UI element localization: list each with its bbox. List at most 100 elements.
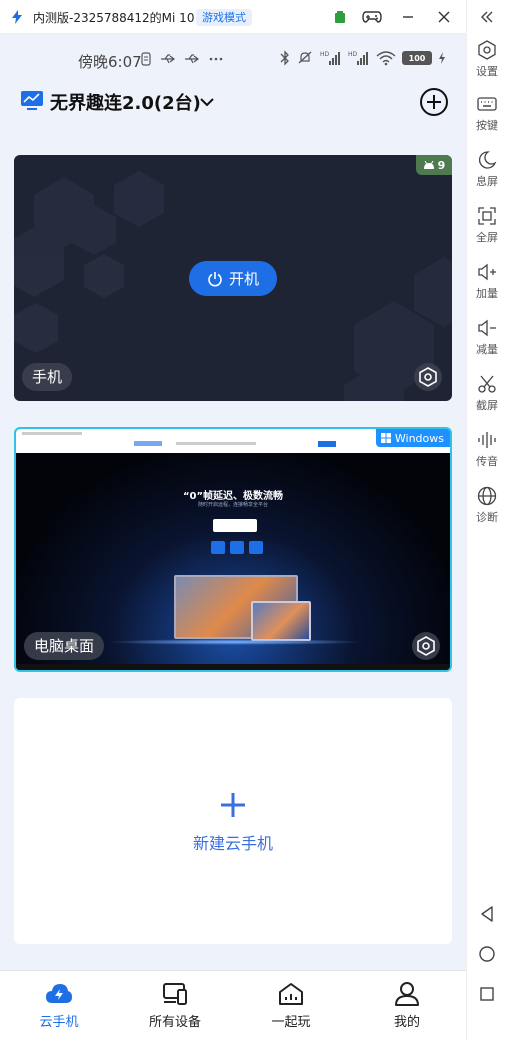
nav-label: 所有设备 bbox=[148, 1015, 201, 1030]
add-device-button[interactable] bbox=[419, 87, 449, 117]
status-bar: 傍晚6:07 HD HD 100 bbox=[0, 34, 466, 88]
status-left-icons bbox=[140, 52, 224, 66]
hex-gear-icon bbox=[417, 636, 435, 656]
new-cloud-phone-label: 新建云手机 bbox=[192, 834, 273, 853]
double-chevron-left-icon bbox=[481, 11, 493, 23]
device-settings-button[interactable] bbox=[414, 363, 442, 391]
status-right-icons: HD HD 100 bbox=[280, 50, 446, 66]
preview-hero-title: “0”帧延迟、极数流畅 bbox=[182, 491, 284, 502]
nav-label: 云手机 bbox=[39, 1015, 79, 1030]
volume-up-icon bbox=[478, 263, 496, 281]
device-label-phone: 手机 bbox=[22, 363, 73, 391]
fullscreen-icon bbox=[478, 207, 496, 225]
power-on-label: 开机 bbox=[228, 270, 259, 288]
minimize-button[interactable] bbox=[398, 7, 418, 27]
home-play-icon bbox=[279, 983, 303, 1005]
nav-mine[interactable]: 我的 bbox=[362, 981, 452, 1030]
device-card-phone[interactable]: 9 开机 手机 bbox=[14, 155, 452, 401]
device-label-pc: 电脑桌面 bbox=[24, 632, 105, 660]
sidebar-item-screenshot[interactable]: 截屏 bbox=[467, 374, 506, 413]
right-sidebar: 设置 按键 息屏 全屏 加量 减量 截屏 传音 诊断 bbox=[466, 0, 506, 1040]
charging-icon bbox=[439, 52, 445, 64]
nav-recents-button[interactable] bbox=[467, 985, 506, 1003]
nav-play-together[interactable]: 一起玩 bbox=[246, 981, 336, 1030]
sidebar-item-label: 设置 bbox=[476, 65, 498, 78]
hex-gear-icon bbox=[419, 367, 437, 387]
device-card-pc[interactable]: “0”帧延迟、极数流畅 随时开启远程，连接畅享全平台 Windows 电脑桌面 bbox=[14, 427, 452, 672]
usb-icon-2 bbox=[185, 54, 199, 64]
sidebar-item-settings[interactable]: 设置 bbox=[467, 40, 506, 79]
devices-icon bbox=[163, 983, 187, 1005]
page-title[interactable]: 无界趣连2.0(2台) bbox=[50, 89, 201, 115]
app-logo-icon bbox=[12, 10, 22, 24]
notification-icon bbox=[141, 52, 151, 66]
sidebar-item-label: 息屏 bbox=[476, 175, 498, 188]
svg-text:HD: HD bbox=[348, 51, 358, 58]
volume-down-icon bbox=[478, 319, 496, 337]
sidebar-item-label: 减量 bbox=[476, 343, 498, 356]
new-cloud-phone-card[interactable]: 新建云手机 bbox=[14, 698, 452, 944]
windows-label: Windows bbox=[394, 431, 444, 445]
close-button[interactable] bbox=[434, 7, 454, 27]
plus-icon bbox=[221, 793, 245, 817]
windows-icon bbox=[380, 433, 391, 443]
android-count: 9 bbox=[437, 158, 446, 172]
settings-icon bbox=[478, 40, 496, 60]
sidebar-item-label: 诊断 bbox=[476, 511, 498, 524]
bottom-navigation: 云手机 所有设备 一起玩 我的 bbox=[0, 970, 466, 1040]
usb-icon bbox=[161, 54, 175, 64]
sidebar-item-keys[interactable]: 按键 bbox=[467, 94, 506, 133]
nav-all-devices[interactable]: 所有设备 bbox=[130, 981, 220, 1030]
globe-icon bbox=[477, 486, 497, 506]
device-settings-button-pc[interactable] bbox=[412, 632, 440, 660]
battery-icon: 100 bbox=[402, 51, 432, 65]
nav-label: 我的 bbox=[393, 1015, 420, 1030]
audio-icon bbox=[478, 432, 496, 448]
power-on-button[interactable]: 开机 bbox=[189, 261, 277, 296]
chevron-down-icon[interactable] bbox=[198, 95, 216, 109]
sidebar-item-volume-down[interactable]: 减量 bbox=[467, 318, 506, 357]
home-circle-icon bbox=[479, 946, 495, 962]
sidebar-item-label: 全屏 bbox=[476, 231, 498, 244]
battery-status-icon bbox=[330, 7, 350, 27]
sidebar-item-volume-up[interactable]: 加量 bbox=[467, 262, 506, 301]
sidebar-item-label: 截屏 bbox=[476, 399, 498, 412]
nav-label: 一起玩 bbox=[271, 1015, 311, 1030]
android-icon bbox=[423, 160, 434, 169]
sidebar-item-label: 加量 bbox=[476, 287, 498, 300]
sidebar-item-label: 传音 bbox=[476, 455, 498, 468]
nav-back-button[interactable] bbox=[467, 905, 506, 923]
page-header: 无界趣连2.0(2台) bbox=[0, 88, 466, 142]
wifi-icon bbox=[376, 51, 396, 66]
window-title-bar: 内测版-2325788412的Mi 10 游戏模式 bbox=[0, 0, 506, 34]
monitor-icon bbox=[21, 91, 43, 110]
user-icon bbox=[395, 982, 419, 1006]
recents-square-icon bbox=[480, 987, 494, 1001]
nav-cloud-phone[interactable]: 云手机 bbox=[14, 981, 104, 1030]
sidebar-item-screen-off[interactable]: 息屏 bbox=[467, 150, 506, 189]
sidebar-item-label: 按键 bbox=[476, 119, 498, 132]
more-icon bbox=[209, 57, 223, 61]
svg-text:HD: HD bbox=[320, 51, 330, 58]
nav-home-button[interactable] bbox=[467, 945, 506, 963]
window-title: 内测版-2325788412的Mi 10 bbox=[33, 11, 195, 25]
gamepad-icon[interactable] bbox=[362, 7, 382, 27]
sidebar-collapse-button[interactable] bbox=[467, 10, 506, 24]
signal-hd-icon-2: HD bbox=[348, 51, 368, 65]
sidebar-item-audio[interactable]: 传音 bbox=[467, 430, 506, 469]
back-triangle-icon bbox=[481, 906, 493, 922]
scissors-icon bbox=[478, 375, 496, 393]
phone-screen: 傍晚6:07 HD HD 100 无界趣连2.0(2台) 9 开机 手机 “0”… bbox=[0, 34, 466, 1040]
sidebar-item-fullscreen[interactable]: 全屏 bbox=[467, 206, 506, 245]
preview-hero-subtitle: 随时开启远程，连接畅享全平台 bbox=[197, 502, 268, 508]
signal-hd-icon: HD bbox=[320, 51, 340, 65]
moon-icon bbox=[479, 151, 497, 169]
sidebar-item-diagnose[interactable]: 诊断 bbox=[467, 486, 506, 525]
android-count-badge: 9 bbox=[416, 155, 452, 175]
game-mode-badge[interactable]: 游戏模式 bbox=[196, 9, 252, 26]
windows-badge: Windows bbox=[375, 429, 450, 447]
app-window: 内测版-2325788412的Mi 10 游戏模式 傍晚6:07 HD HD 1… bbox=[0, 0, 506, 1040]
cloud-phone-icon bbox=[46, 984, 72, 1003]
bluetooth-icon bbox=[280, 50, 289, 66]
status-time: 傍晚6:07 bbox=[78, 53, 142, 71]
